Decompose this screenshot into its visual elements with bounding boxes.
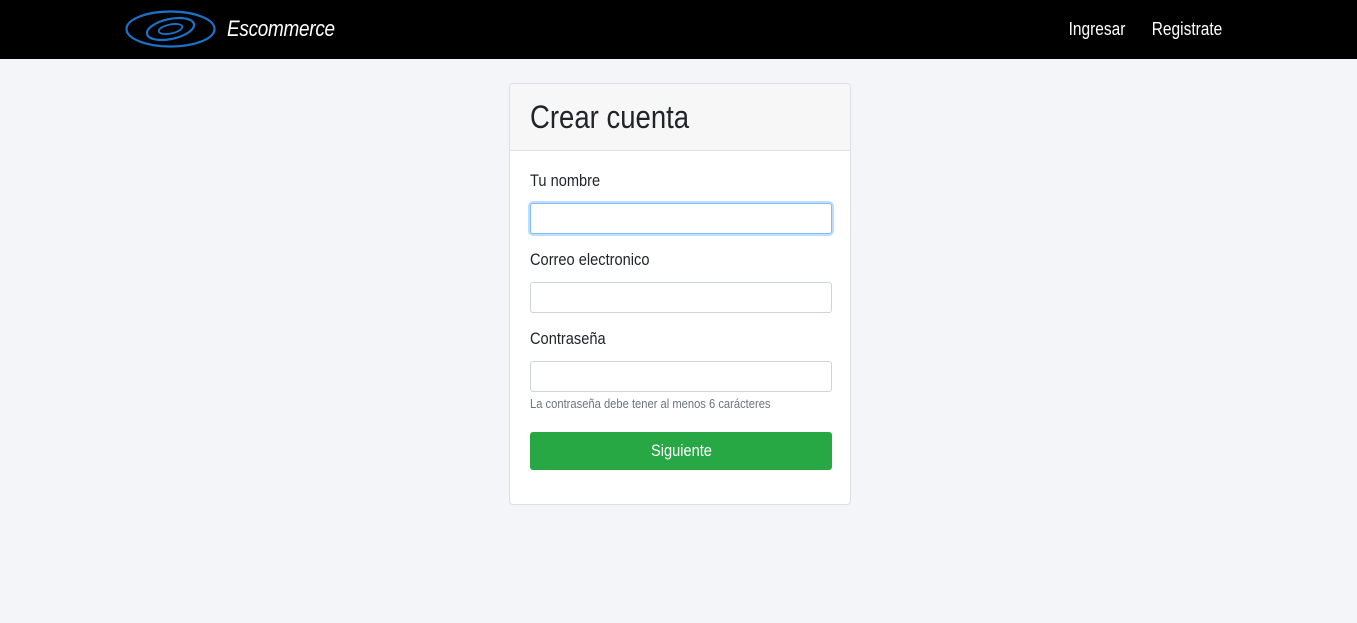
card-header: Crear cuenta bbox=[510, 84, 850, 151]
nav-links: Ingresar Registrate bbox=[1064, 0, 1228, 59]
signup-card: Crear cuenta Tu nombre Correo electronic… bbox=[509, 83, 851, 505]
name-input[interactable] bbox=[530, 203, 832, 234]
password-label: Contraseña bbox=[530, 329, 606, 348]
name-label: Tu nombre bbox=[530, 171, 601, 190]
email-label: Correo electronico bbox=[530, 250, 650, 269]
brand-name: Escommerce bbox=[227, 16, 335, 41]
page-title: Crear cuenta bbox=[530, 98, 690, 135]
top-navbar: Escommerce Ingresar Registrate bbox=[0, 0, 1357, 59]
next-button[interactable]: Siguiente bbox=[530, 432, 832, 470]
login-link[interactable]: Ingresar bbox=[1069, 19, 1126, 40]
password-help-text: La contraseña debe tener al menos 6 cará… bbox=[530, 396, 771, 411]
next-button-label: Siguiente bbox=[650, 441, 712, 460]
password-input[interactable] bbox=[530, 361, 832, 392]
register-link[interactable]: Registrate bbox=[1152, 19, 1223, 40]
email-input[interactable] bbox=[530, 282, 832, 313]
double-ellipse-logo-icon bbox=[125, 10, 216, 48]
brand-link[interactable]: Escommerce bbox=[125, 9, 352, 49]
